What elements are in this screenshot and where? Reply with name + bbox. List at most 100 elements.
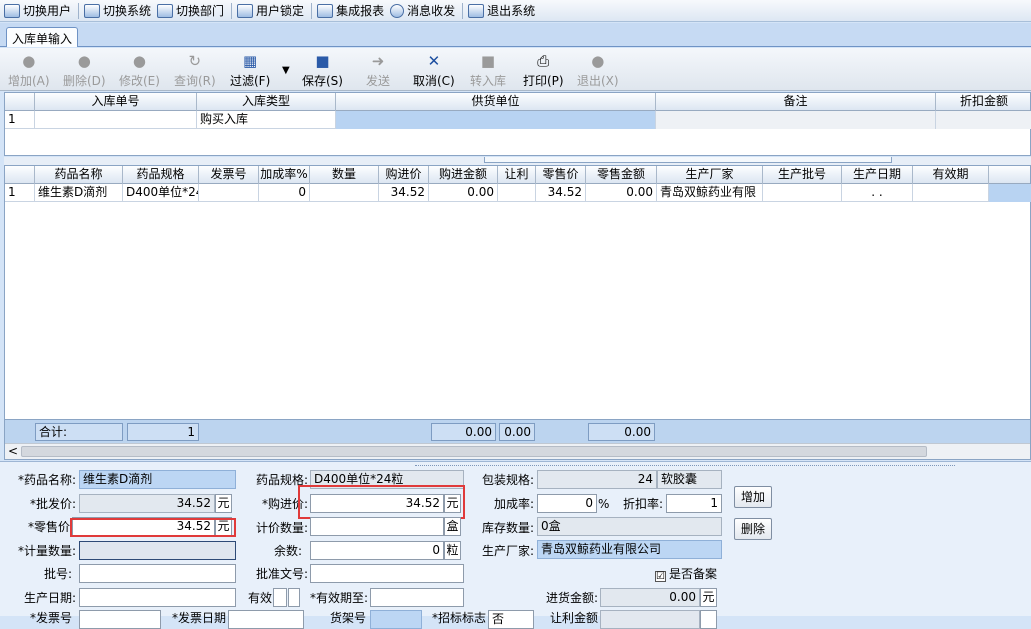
grid-header-buy-price[interactable]: 购进价 (379, 166, 429, 184)
grid-header-prod-date[interactable]: 生产日期 (842, 166, 913, 184)
grid-header-retail-amount[interactable]: 零售金额 (586, 166, 657, 184)
print-button[interactable]: ⎙ 打印(P) (523, 52, 564, 90)
grid-header-markup[interactable]: 加成率% (259, 166, 310, 184)
scroll-thumb[interactable] (21, 446, 927, 457)
valid-field-b[interactable] (288, 588, 300, 607)
approval-field[interactable] (310, 564, 464, 583)
grid-header-drug-spec[interactable]: 药品规格 (123, 166, 199, 184)
stock-field[interactable]: 0盒 (537, 517, 722, 536)
cell-retail-amount[interactable]: 0.00 (586, 184, 657, 202)
horizontal-scrollbar[interactable]: < (5, 443, 1030, 459)
batch-field[interactable] (79, 564, 236, 583)
grid-header-discount[interactable]: 折扣金额 (936, 93, 1031, 111)
grid-header-retail-price[interactable]: 零售价 (536, 166, 586, 184)
add-button[interactable]: ● 增加(A) (8, 52, 50, 90)
cell-drug-spec[interactable]: D400单位*24 (123, 184, 199, 202)
cell-buy-price[interactable]: 34.52 (379, 184, 429, 202)
menu-exit-system[interactable]: 退出系统 (466, 1, 539, 21)
form-add-button[interactable]: 增加 (734, 486, 772, 508)
cell-markup[interactable]: 0 (259, 184, 310, 202)
drug-name-field[interactable]: 维生素D滴剂 (79, 470, 236, 489)
query-button[interactable]: ↻ 查询(R) (174, 52, 216, 90)
pack-qty-field[interactable]: 24 (537, 470, 657, 489)
grid-header-maker[interactable]: 生产厂家 (657, 166, 763, 184)
menu-lock-user[interactable]: 用户锁定 (235, 1, 308, 21)
cell-expiry[interactable] (913, 184, 989, 202)
expiry-field[interactable] (370, 588, 464, 607)
grid-header-rebate[interactable]: 让利 (498, 166, 536, 184)
remain-field[interactable]: 0 (310, 541, 444, 560)
cell-note[interactable] (656, 111, 936, 129)
form-divider (415, 462, 955, 466)
grid-header-expiry[interactable]: 有效期 (913, 166, 989, 184)
save-button[interactable]: ■ 保存(S) (302, 52, 343, 90)
splitter[interactable] (4, 157, 1031, 165)
grid-header-type[interactable]: 入库类型 (197, 93, 336, 111)
exit-button[interactable]: ● 退出(X) (577, 52, 619, 90)
invoice-field[interactable] (79, 610, 161, 629)
grid-header-note[interactable]: 备注 (656, 93, 936, 111)
approval-label: 批准文号: (255, 567, 308, 581)
cell-rebate[interactable] (498, 184, 536, 202)
valid-field-a[interactable] (273, 588, 287, 607)
grid-header-number[interactable]: 入库单号 (35, 93, 197, 111)
delete-button[interactable]: ● 删除(D) (63, 52, 106, 90)
filter-button[interactable]: ▦ 过滤(F) (230, 52, 270, 90)
cell-supplier[interactable] (336, 111, 656, 129)
grid-header-qty[interactable]: 数量 (310, 166, 379, 184)
bid-select[interactable]: 否 (488, 610, 534, 629)
cell-prod-date[interactable]: . . (842, 184, 913, 202)
cell-buy-amount[interactable]: 0.00 (429, 184, 498, 202)
edit-button[interactable]: ● 修改(E) (119, 52, 160, 90)
table-row[interactable]: 1 购买入库 (5, 111, 1031, 129)
filter-dropdown[interactable]: ▼ (282, 62, 290, 76)
cell-invoice[interactable] (199, 184, 259, 202)
menu-report[interactable]: 集成报表 (315, 1, 388, 21)
transfer-button[interactable]: ■ 转入库 (470, 52, 506, 90)
splitter-handle[interactable] (484, 157, 892, 163)
menu-switch-user[interactable]: 切换用户 (2, 1, 75, 21)
wholesale-field[interactable]: 34.52 (79, 494, 215, 513)
cell-number[interactable] (35, 111, 197, 129)
count-qty-field[interactable] (310, 517, 444, 536)
cancel-button[interactable]: ✕ 取消(C) (413, 52, 455, 90)
grid-header-batch[interactable]: 生产批号 (763, 166, 842, 184)
grid-header-supplier[interactable]: 供货单位 (336, 93, 656, 111)
send-icon: ➜ (371, 52, 385, 70)
cell-discount[interactable] (936, 111, 1031, 129)
cell-maker[interactable]: 青岛双鲸药业有限 (657, 184, 763, 202)
drug-entry-form: *药品名称: 维生素D滴剂 药品规格: D400单位*24粒 包装规格: 24 … (0, 461, 1031, 629)
grid-header-buy-amount[interactable]: 购进金额 (429, 166, 498, 184)
meter-qty-field[interactable] (79, 541, 236, 560)
menu-switch-department[interactable]: 切换部门 (155, 1, 228, 21)
menu-messages[interactable]: 消息收发 (388, 1, 459, 21)
pack-unit-field[interactable]: 软胶囊 (657, 470, 722, 489)
in-amount-field[interactable]: 0.00 (600, 588, 700, 607)
menu-switch-system[interactable]: 切换系统 (82, 1, 155, 21)
grid-header-drug-name[interactable]: 药品名称 (35, 166, 123, 184)
invoice-date-field[interactable] (228, 610, 304, 629)
tab-stock-in-entry[interactable]: 入库单输入 (6, 27, 79, 47)
cell-batch[interactable] (763, 184, 842, 202)
prod-date-field[interactable] (79, 588, 236, 607)
rebate-amount-field[interactable] (600, 610, 700, 629)
filed-checkbox[interactable]: ☑ 是否备案 (655, 565, 725, 583)
remain-unit: 粒 (444, 541, 461, 560)
shelf-field[interactable] (370, 610, 422, 629)
discount-field[interactable]: 1 (666, 494, 722, 513)
form-delete-button[interactable]: 删除 (734, 518, 772, 540)
send-button[interactable]: ➜ 发送 (366, 52, 390, 90)
exit-icon (468, 3, 485, 18)
row-index: 1 (5, 184, 35, 202)
cell-qty[interactable] (310, 184, 379, 202)
table-row[interactable]: 1 维生素D滴剂 D400单位*24 0 34.52 0.00 34.52 0.… (5, 184, 1031, 202)
scroll-left-icon[interactable]: < (7, 444, 19, 459)
cell-type[interactable]: 购买入库 (197, 111, 336, 129)
expiry-label: *有效期至: (309, 591, 368, 605)
grid-header-invoice[interactable]: 发票号 (199, 166, 259, 184)
save-icon: ■ (315, 52, 330, 70)
markup-field[interactable]: 0 (537, 494, 597, 513)
cell-retail-price[interactable]: 34.52 (536, 184, 586, 202)
maker-field[interactable]: 青岛双鲸药业有限公司 (537, 540, 722, 559)
cell-drug-name[interactable]: 维生素D滴剂 (35, 184, 123, 202)
